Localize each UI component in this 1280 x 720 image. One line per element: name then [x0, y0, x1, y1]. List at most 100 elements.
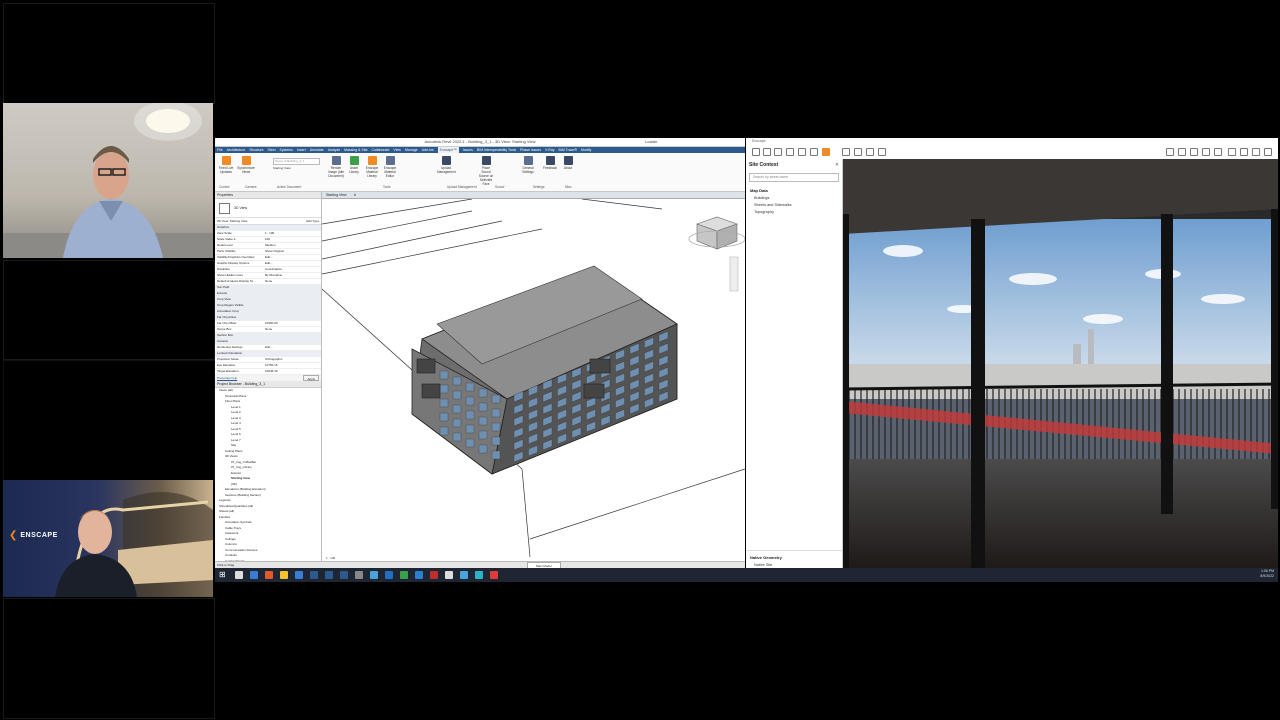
property-value[interactable]	[265, 285, 321, 290]
property-value[interactable]: Coordination	[265, 267, 321, 272]
taskbar-app-icon[interactable]	[445, 571, 453, 579]
property-name: Scope Box	[217, 327, 232, 331]
building-window	[439, 426, 449, 436]
taskbar-app-icon[interactable]	[340, 571, 348, 579]
ribbon-button[interactable]: Render Image (Idle Document)	[327, 156, 345, 178]
ribbon-button[interactable]: Feedback	[541, 156, 559, 170]
property-value[interactable]: By Discipline	[265, 273, 321, 278]
view-selector-dropdown[interactable]: Name of Building_3_1	[273, 158, 320, 165]
property-value[interactable]	[265, 291, 321, 296]
property-value[interactable]: None	[265, 327, 321, 332]
taskbar-app-icon[interactable]	[325, 571, 333, 579]
taskbar-app-icon[interactable]	[355, 571, 363, 579]
edit-type-button[interactable]: Edit Type	[307, 218, 319, 224]
taskbar-app-icon[interactable]	[490, 571, 498, 579]
enscape-toolbar-icon[interactable]	[866, 148, 874, 156]
building-model-3d[interactable]	[322, 198, 745, 558]
taskbar-app-icon[interactable]	[385, 571, 393, 579]
native-site-item[interactable]: Native Site	[746, 561, 842, 568]
enscape-toolbar-icon[interactable]	[1202, 148, 1210, 156]
enscape-toolbar-icon[interactable]	[1166, 148, 1174, 156]
enscape-toolbar-icon[interactable]	[854, 148, 862, 156]
enscape-toolbar-icon[interactable]	[878, 148, 886, 156]
enscape-toolbar-icon[interactable]	[752, 148, 760, 156]
enscape-toolbar-icon[interactable]	[1264, 148, 1272, 156]
ribbon-button[interactable]: Asset Library	[345, 156, 363, 174]
map-data-item[interactable]: Streets and Sidewalks	[746, 201, 842, 208]
taskbar-app-icon[interactable]	[250, 571, 258, 579]
apply-button[interactable]: Apply	[303, 375, 319, 381]
property-value[interactable]: None	[265, 279, 321, 284]
property-value[interactable]: Medium	[265, 243, 321, 248]
street-search-input[interactable]: Search by street name	[749, 173, 839, 182]
enscape-toolbar-icon[interactable]	[810, 148, 818, 156]
revit-3d-viewport[interactable]: Starting View ✕ 1: 100	[322, 192, 745, 562]
property-value[interactable]	[265, 225, 321, 230]
ribbon-button[interactable]: Upload Management	[437, 156, 456, 174]
ribbon-button[interactable]: Synchronize Views	[237, 156, 255, 174]
taskbar-app-icon[interactable]	[295, 571, 303, 579]
property-value[interactable]	[265, 315, 321, 320]
property-value[interactable]: Edit...	[265, 255, 321, 260]
building-window	[439, 412, 449, 422]
properties-type-selector[interactable]: 3D View	[215, 199, 321, 218]
ribbon-button[interactable]: Fixed Live Updates	[217, 156, 235, 174]
property-value[interactable]: 10660.00	[265, 321, 321, 326]
property-value[interactable]: Edit...	[265, 345, 321, 350]
property-value[interactable]: 100	[265, 237, 321, 242]
property-value[interactable]	[265, 339, 321, 344]
properties-instance-filter[interactable]: 3D View: Starting View	[217, 218, 247, 224]
enscape-toolbar-icon[interactable]	[822, 148, 830, 156]
enscape-toolbar-icon[interactable]	[1178, 148, 1186, 156]
enscape-toolbar-icon[interactable]	[774, 148, 782, 156]
taskbar-clock[interactable]: 1:06 PM 8/9/2022	[1260, 569, 1274, 579]
ribbon-button[interactable]: Enscape Material Editor	[381, 156, 399, 178]
property-value[interactable]: 10645.39	[265, 369, 321, 374]
enscape-render-viewport[interactable]	[843, 159, 1278, 568]
property-value[interactable]	[265, 351, 321, 356]
property-value[interactable]: Orthographic	[265, 357, 321, 362]
taskbar-app-icon[interactable]	[370, 571, 378, 579]
property-value[interactable]	[265, 303, 321, 308]
taskbar-app-icon[interactable]	[460, 571, 468, 579]
taskbar-app-icon[interactable]	[310, 571, 318, 579]
enscape-toolbar-icon[interactable]	[786, 148, 794, 156]
enscape-toolbar-icon[interactable]	[1214, 148, 1222, 156]
view-scale-control[interactable]: 1 : 100	[326, 556, 335, 560]
property-value[interactable]	[265, 333, 321, 338]
property-value[interactable]	[265, 309, 321, 314]
ribbon-button[interactable]: Enscape Material Library	[363, 156, 381, 178]
property-value[interactable]: 10750.15	[265, 363, 321, 368]
enscape-toolbar-icon[interactable]	[842, 148, 850, 156]
close-icon[interactable]: ✕	[835, 162, 839, 168]
map-data-item[interactable]: Topography	[746, 208, 842, 215]
map-data-item[interactable]: Buildings	[746, 194, 842, 201]
view-cube[interactable]	[688, 216, 745, 250]
close-icon[interactable]: ✕	[354, 193, 357, 197]
enscape-toolbar-icon[interactable]	[763, 148, 771, 156]
property-value[interactable]: Edit...	[265, 261, 321, 266]
enscape-toolbar-icon[interactable]	[1190, 148, 1198, 156]
taskbar-app-icon[interactable]	[280, 571, 288, 579]
taskbar-app-icon[interactable]	[415, 571, 423, 579]
property-value[interactable]: 1 : 100	[265, 231, 321, 236]
taskbar-app-icon[interactable]	[400, 571, 408, 579]
revit-user[interactable]: Loader	[645, 138, 657, 146]
ribbon-button[interactable]: General Settings	[519, 156, 537, 174]
property-value[interactable]: Show Original	[265, 249, 321, 254]
taskbar-app-icon[interactable]	[265, 571, 273, 579]
enscape-toolbar-icon[interactable]	[1252, 148, 1260, 156]
enscape-toolbar-icon[interactable]	[1240, 148, 1248, 156]
taskbar-app-icon[interactable]	[235, 571, 243, 579]
interior-render[interactable]	[843, 159, 1278, 568]
taskbar-app-icon[interactable]	[430, 571, 438, 579]
navigation-bar[interactable]	[729, 256, 739, 292]
ribbon-button[interactable]: About	[559, 156, 577, 170]
enscape-toolbar-icon[interactable]	[1228, 148, 1236, 156]
enscape-toolbar-icon[interactable]	[798, 148, 806, 156]
view-tab-starting-view[interactable]: Starting View ✕	[322, 192, 745, 199]
property-value[interactable]	[265, 297, 321, 302]
ribbon-button[interactable]: Place Sound Source on Selected Face	[477, 156, 495, 186]
taskbar-app-icon[interactable]	[475, 571, 483, 579]
windows-start-icon[interactable]: ⊞	[219, 570, 226, 579]
